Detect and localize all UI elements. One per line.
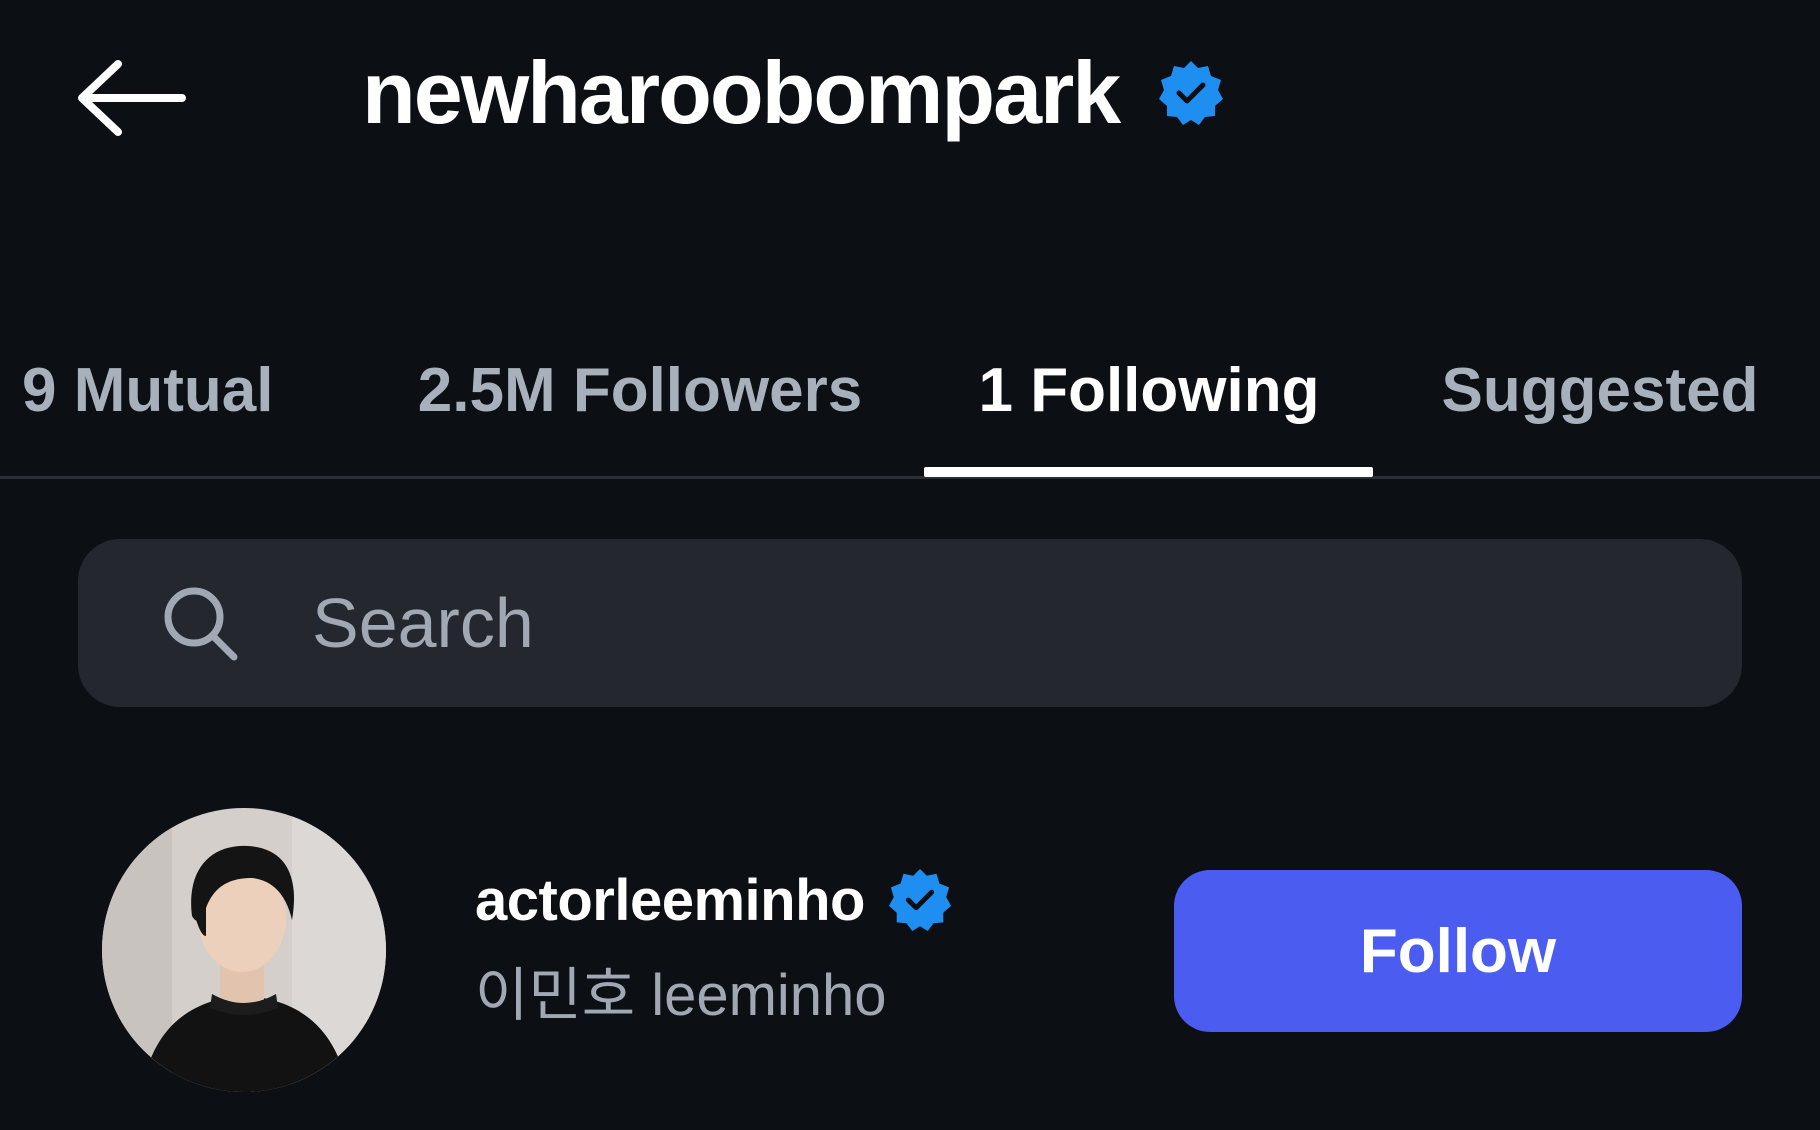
search-icon — [164, 587, 238, 661]
tab-followers[interactable]: 2.5M Followers — [380, 300, 900, 480]
following-screen: newharoobompark 9 Mutual 2.5M Followers … — [0, 0, 1820, 1130]
verified-badge-icon — [888, 868, 951, 932]
tab-following[interactable]: 1 Following — [924, 300, 1374, 480]
search-input[interactable] — [312, 539, 1742, 707]
avatar-image — [102, 808, 386, 1092]
username: actorleeminho — [475, 867, 865, 933]
list-item: actorleeminho 이민호 leeminho Follow — [0, 800, 1820, 1100]
arrow-left-icon — [78, 60, 186, 136]
search-bar[interactable] — [78, 539, 1742, 707]
full-name: 이민호 leeminho — [475, 963, 887, 1028]
tab-mutual[interactable]: 9 Mutual — [0, 300, 330, 480]
follow-button[interactable]: Follow — [1174, 870, 1742, 1032]
back-button[interactable] — [70, 48, 210, 148]
page-title: newharoobompark — [362, 43, 1121, 142]
active-tab-indicator — [924, 467, 1373, 477]
tab-suggested[interactable]: Suggested — [1410, 300, 1790, 480]
username-row: actorleeminho — [475, 860, 1035, 940]
tab-bar: 9 Mutual 2.5M Followers 1 Following Sugg… — [0, 300, 1820, 480]
verified-badge-icon — [1159, 61, 1224, 125]
tabs-divider — [0, 476, 1820, 479]
user-info[interactable]: actorleeminho 이민호 leeminho — [475, 860, 1035, 1032]
header-title-row: newharoobompark — [362, 38, 1225, 148]
avatar[interactable] — [102, 808, 386, 1092]
